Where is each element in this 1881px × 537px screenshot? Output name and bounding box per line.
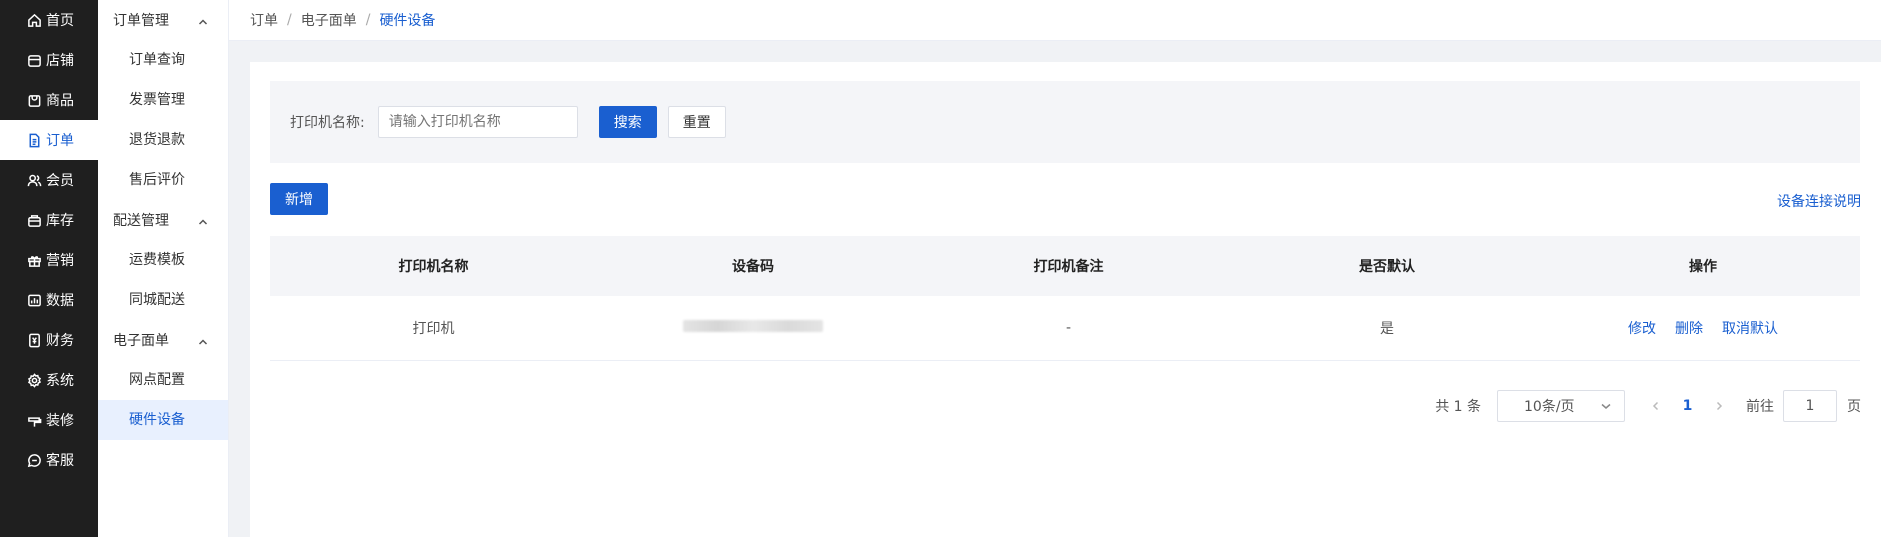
is-default-cell: 是	[1380, 321, 1394, 337]
subnav-item-local-delivery[interactable]: 同城配送	[98, 280, 228, 320]
nav-item-label: 会员	[46, 173, 74, 189]
nav-item-system[interactable]: 系统	[0, 360, 98, 400]
subnav-group-label: 订单管理	[113, 13, 169, 29]
secondary-sidebar: 订单管理 订单查询 发票管理 退货退款 售后评价 配送管理 运费模板 同城配送 …	[98, 0, 229, 537]
column-header: 操作	[1689, 259, 1717, 275]
nav-item-inventory[interactable]: 库存	[0, 200, 98, 240]
nav-item-label: 客服	[46, 453, 74, 469]
actions-cell: 修改 删除 取消默认	[1546, 318, 1860, 338]
add-button[interactable]: 新增	[270, 183, 328, 215]
nav-item-label: 系统	[46, 373, 74, 389]
gift-icon	[26, 252, 42, 268]
nav-item-label: 库存	[46, 213, 74, 229]
edit-link[interactable]: 修改	[1628, 318, 1656, 338]
breadcrumb-item[interactable]: 电子面单	[301, 10, 357, 30]
nav-item-service[interactable]: 客服	[0, 440, 98, 480]
nav-item-label: 订单	[46, 133, 74, 149]
subnav-item-review[interactable]: 售后评价	[98, 160, 228, 200]
goto-label: 前往	[1746, 399, 1774, 415]
total-count: 共 1 条	[1435, 399, 1481, 415]
gear-icon	[26, 372, 42, 388]
search-button[interactable]: 搜索	[598, 106, 657, 138]
nav-item-label: 营销	[46, 253, 74, 269]
nav-item-decorate[interactable]: 装修	[0, 400, 98, 440]
device-code-cell	[597, 320, 909, 336]
subnav-item-refund[interactable]: 退货退款	[98, 120, 228, 160]
nav-item-label: 数据	[46, 293, 74, 309]
unset-default-link[interactable]: 取消默认	[1722, 318, 1778, 338]
inventory-icon	[26, 212, 42, 228]
delete-link[interactable]: 删除	[1675, 318, 1703, 338]
nav-item-label: 财务	[46, 333, 74, 349]
nav-item-label: 店铺	[46, 53, 74, 69]
breadcrumb-current: 硬件设备	[379, 13, 436, 29]
goto-suffix: 页	[1847, 399, 1861, 415]
subnav-item-outlet-config[interactable]: 网点配置	[98, 360, 228, 400]
subnav-item-shipping-template[interactable]: 运费模板	[98, 240, 228, 280]
nav-item-label: 装修	[46, 413, 74, 429]
breadcrumb: 订单 / 电子面单 / 硬件设备	[229, 0, 1881, 41]
subnav-group-label: 电子面单	[113, 333, 169, 349]
page-number[interactable]: 1	[1671, 398, 1704, 414]
goto-page-input[interactable]: 1	[1783, 390, 1837, 422]
nav-item-marketing[interactable]: 营销	[0, 240, 98, 280]
breadcrumb-separator: /	[287, 12, 292, 28]
page-size-select[interactable]: 10条/页	[1497, 390, 1625, 422]
primary-sidebar: 首页 店铺 商品 订单 会员 库存 营销 数据 财务 系统 装修 客服	[0, 0, 98, 537]
nav-item-order[interactable]: 订单	[0, 120, 98, 160]
chart-icon	[26, 292, 42, 308]
printer-table: 打印机名称 设备码 打印机备注 是否默认 操作 打印机 - 是 修改 删除 取消…	[270, 236, 1860, 361]
chevron-down-icon	[1601, 403, 1611, 409]
order-icon	[26, 132, 42, 148]
chat-icon	[26, 452, 42, 468]
chevron-left-icon	[1652, 401, 1659, 411]
column-header: 是否默认	[1359, 259, 1415, 275]
nav-item-member[interactable]: 会员	[0, 160, 98, 200]
prev-page-button[interactable]	[1641, 390, 1671, 422]
table-row: 打印机 - 是 修改 删除 取消默认	[270, 296, 1860, 361]
store-icon	[26, 52, 42, 68]
chevron-up-icon	[198, 335, 208, 345]
breadcrumb-item[interactable]: 订单	[250, 10, 278, 30]
chevron-up-icon	[198, 215, 208, 225]
next-page-button[interactable]	[1704, 390, 1734, 422]
remark-cell: -	[1065, 320, 1072, 336]
column-header: 打印机名称	[398, 259, 469, 275]
nav-item-label: 商品	[46, 93, 74, 109]
chevron-up-icon	[198, 15, 208, 25]
pagination: 共 1 条 10条/页 1 前往 1 页	[1435, 390, 1861, 422]
column-header: 设备码	[732, 259, 774, 275]
chevron-right-icon	[1716, 401, 1723, 411]
subnav-group-delivery[interactable]: 配送管理	[98, 200, 228, 240]
breadcrumb-separator: /	[365, 12, 371, 28]
nav-item-store[interactable]: 店铺	[0, 40, 98, 80]
connection-guide-link[interactable]: 设备连接说明	[1777, 191, 1861, 211]
finance-icon	[26, 332, 42, 348]
nav-item-label: 首页	[46, 13, 74, 29]
nav-item-goods[interactable]: 商品	[0, 80, 98, 120]
nav-item-data[interactable]: 数据	[0, 280, 98, 320]
subnav-item-hardware[interactable]: 硬件设备	[98, 400, 228, 440]
home-icon	[26, 12, 42, 28]
subnav-group-waybill[interactable]: 电子面单	[98, 320, 228, 360]
filter-bar: 打印机名称: 搜索 重置	[270, 81, 1860, 163]
column-header: 打印机备注	[1033, 259, 1104, 275]
redacted-device-code	[683, 320, 823, 332]
subnav-item-order-query[interactable]: 订单查询	[98, 40, 228, 80]
decorate-icon	[26, 412, 42, 428]
subnav-item-invoice[interactable]: 发票管理	[98, 80, 228, 120]
content-card: 打印机名称: 搜索 重置 新增 设备连接说明 打印机名称 设备码 打印机备注 是…	[250, 62, 1881, 537]
page-size-value: 10条/页	[1524, 399, 1575, 415]
subnav-group-label: 配送管理	[113, 213, 169, 229]
member-icon	[26, 172, 42, 188]
printer-name-cell: 打印机	[412, 321, 455, 337]
subnav-group-order-management[interactable]: 订单管理	[98, 0, 228, 40]
goods-icon	[26, 92, 42, 108]
reset-button[interactable]: 重置	[667, 106, 726, 138]
printer-name-input[interactable]	[377, 106, 578, 138]
nav-item-finance[interactable]: 财务	[0, 320, 98, 360]
printer-name-label: 打印机名称:	[290, 115, 365, 131]
nav-item-home[interactable]: 首页	[0, 0, 98, 40]
table-header: 打印机名称 设备码 打印机备注 是否默认 操作	[270, 236, 1860, 296]
